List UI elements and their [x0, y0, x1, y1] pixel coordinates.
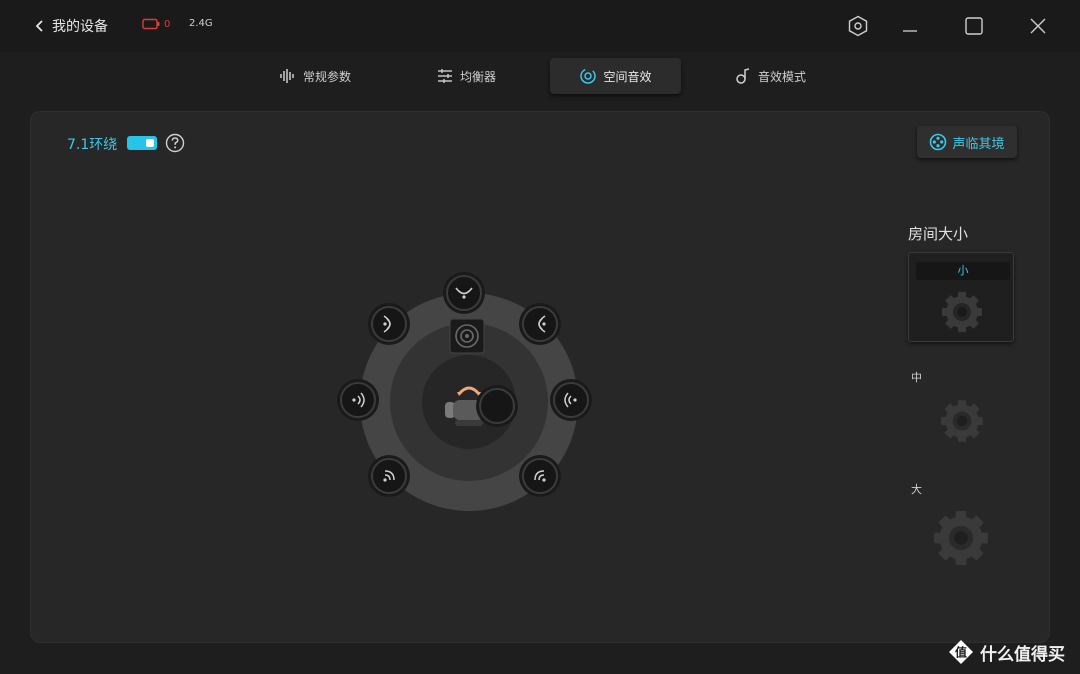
title-bar: 我的设备 0 2.4G	[0, 0, 1080, 52]
speaker-wave-icon	[538, 315, 546, 333]
battery-icon	[142, 18, 160, 30]
tab-spatial-audio[interactable]: 空间音效	[550, 58, 681, 94]
speaker-wave-icon	[383, 470, 395, 482]
spatial-audio-panel: 7.1环绕 声临其境 房间大小 小 中 大	[30, 111, 1050, 643]
room-size-medium[interactable]: 中	[908, 367, 1014, 457]
speaker-front-center-node[interactable]	[446, 275, 482, 311]
immersive-label: 声临其境	[952, 136, 1005, 152]
battery-indicator: 0	[142, 18, 170, 30]
waveform-icon	[280, 69, 294, 83]
speaker-wave-icon	[383, 315, 391, 333]
watermark-text: 什么值得买	[980, 644, 1065, 665]
svg-text:值: 值	[955, 645, 967, 660]
tab-equalizer[interactable]: 均衡器	[426, 58, 506, 94]
immersive-button[interactable]: 声临其境	[917, 126, 1017, 158]
tab-label: 常规参数	[302, 69, 351, 84]
sliders-icon	[437, 69, 452, 83]
maximize-button[interactable]	[960, 12, 988, 40]
settings-button[interactable]	[844, 12, 872, 40]
chevron-left-icon	[35, 20, 43, 32]
maximize-icon	[965, 17, 983, 35]
music-note-icon	[736, 68, 750, 84]
tab-label: 均衡器	[459, 69, 496, 84]
room-size-large-label: 大	[911, 483, 922, 496]
battery-value: 0	[164, 18, 171, 30]
gear-icon	[934, 511, 988, 565]
speaker-wave-icon	[352, 392, 365, 408]
watermark-logo-icon: 值	[949, 640, 973, 664]
close-button[interactable]	[1024, 12, 1052, 40]
surround-toggle[interactable]	[127, 136, 157, 150]
room-size-large[interactable]: 大	[908, 479, 1014, 579]
tab-label: 音效模式	[757, 69, 806, 84]
minimize-button[interactable]	[896, 12, 924, 40]
speaker-wave-icon	[534, 470, 546, 482]
tab-bar: 常规参数 均衡器 空间音效 音效模式	[240, 58, 840, 96]
speaker-rear-right-node[interactable]	[522, 458, 558, 494]
film-reel-icon	[930, 133, 947, 151]
speaker-front-left-node[interactable]	[371, 306, 407, 342]
back-label: 我的设备	[52, 19, 108, 35]
watermark: 值 什么值得买	[948, 637, 1078, 667]
tab-sound-mode[interactable]: 音效模式	[726, 58, 814, 94]
room-size-title: 房间大小	[908, 225, 969, 243]
wireless-band: 2.4G	[189, 18, 213, 29]
room-size-medium-label: 中	[911, 371, 922, 384]
minimize-icon	[903, 30, 917, 32]
surround-label: 7.1环绕	[67, 137, 118, 153]
spatial-audio-icon	[580, 68, 597, 84]
center-speaker-icon	[449, 318, 485, 354]
speaker-side-left-node[interactable]	[340, 382, 376, 418]
gear-icon	[941, 400, 983, 442]
speaker-front-center[interactable]	[479, 388, 515, 424]
room-size-small[interactable]: 小	[908, 252, 1014, 342]
speaker-front-right-node[interactable]	[522, 306, 558, 342]
back-button[interactable]: 我的设备	[34, 16, 134, 36]
speaker-side-right-node[interactable]	[553, 382, 589, 418]
help-icon[interactable]	[165, 133, 185, 153]
speaker-rear-left-node[interactable]	[371, 458, 407, 494]
speaker-down-wave-icon	[455, 287, 473, 299]
speaker-wave-icon	[564, 392, 577, 408]
room-size-small-label: 小	[916, 262, 1010, 280]
gear-icon	[942, 292, 982, 332]
hexagon-settings-icon	[848, 15, 868, 37]
tab-general[interactable]: 常规参数	[270, 58, 360, 94]
tab-label: 空间音效	[603, 69, 652, 84]
close-icon	[1030, 18, 1046, 34]
